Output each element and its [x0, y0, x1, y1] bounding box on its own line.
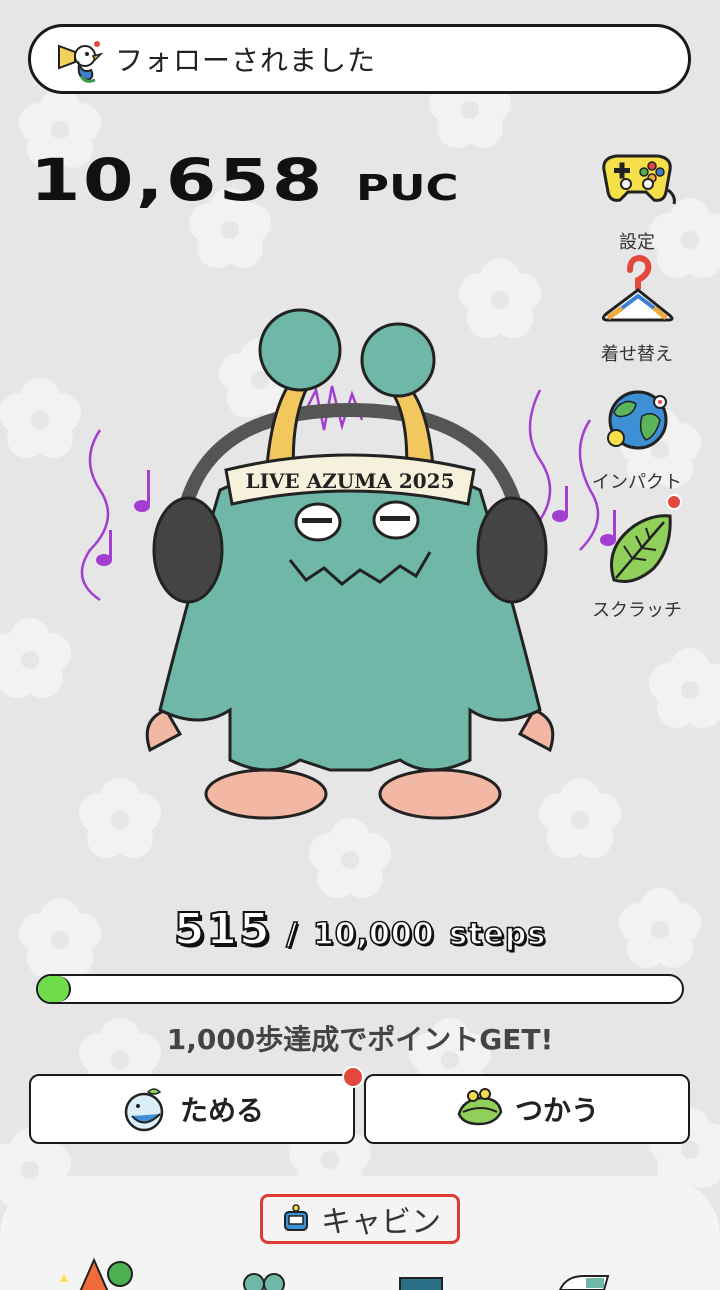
cabin-item-box-icon: [399, 1277, 443, 1290]
game-controller-icon: [602, 154, 676, 205]
settings-button[interactable]: 設定: [582, 140, 692, 254]
cabin-tab[interactable]: キャビン: [260, 1194, 460, 1244]
save-notification-badge: [342, 1066, 364, 1088]
settings-label: 設定: [619, 232, 655, 253]
scratch-button[interactable]: スクラッチ: [582, 494, 692, 622]
cabin-robot-icon: [284, 1204, 308, 1231]
goal-steps: 10,000: [312, 916, 435, 953]
piggy-bank-icon: [124, 1088, 164, 1132]
dressup-label: 着せ替え: [601, 344, 673, 365]
hanger-icon: [601, 254, 674, 322]
wallet-icon: [457, 1088, 503, 1126]
use-button[interactable]: つかう: [364, 1074, 690, 1144]
scratch-label: スクラッチ: [592, 600, 682, 621]
step-progress-fill: [38, 976, 72, 1002]
current-steps: 515: [173, 903, 272, 956]
points-unit: PUC: [355, 168, 459, 209]
save-label: ためる: [179, 1094, 264, 1127]
save-button[interactable]: ためる: [29, 1074, 355, 1144]
cabin-item-plant-icon: [60, 1257, 133, 1290]
headband-text: LIVE AZUMA 2025: [246, 469, 455, 493]
leaf-icon: [610, 514, 672, 583]
earth-icon: [607, 390, 668, 450]
scratch-notification-badge: [666, 494, 682, 510]
cabin-label: キャビン: [321, 1205, 441, 1240]
steps-unit: steps: [448, 916, 547, 953]
step-counter: 515 / 10,000 steps: [0, 903, 720, 956]
use-label: つかう: [514, 1094, 599, 1127]
megaphone-bird-icon: [58, 41, 104, 83]
points-display: 10,658 PUC: [30, 146, 458, 214]
cabin-item-bag-icon: [558, 1275, 610, 1290]
notification-text: フォローされました: [115, 44, 377, 77]
points-value: 10,658: [30, 146, 325, 214]
monster-character[interactable]: LIVE AZUMA 2025: [70, 290, 630, 830]
step-progress-bar: [36, 974, 684, 1004]
cabin-item-monster-icon: [243, 1273, 285, 1290]
impact-button[interactable]: インパクト: [582, 380, 692, 494]
notification-banner[interactable]: フォローされました: [28, 24, 691, 94]
impact-label: インパクト: [592, 472, 682, 493]
steps-separator: /: [285, 916, 299, 953]
goal-message: 1,000歩達成でポイントGET!: [166, 1023, 554, 1056]
dressup-button[interactable]: 着せ替え: [582, 252, 692, 366]
